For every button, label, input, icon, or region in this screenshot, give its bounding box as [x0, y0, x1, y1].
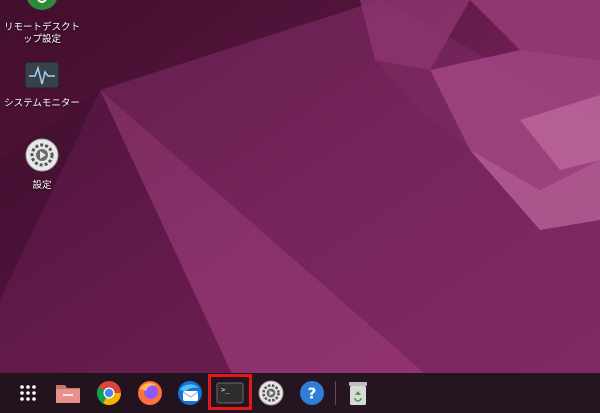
desktop-icon-label: 設定 — [32, 180, 52, 191]
help-icon: ? — [300, 381, 324, 405]
app-grid-icon — [20, 385, 36, 401]
thunderbird-icon — [178, 381, 202, 405]
remote-desktop-icon — [27, 0, 57, 10]
dock-settings-button[interactable] — [256, 378, 286, 408]
dock-help-button[interactable]: ? — [297, 378, 327, 408]
dock-separator — [335, 381, 336, 405]
dock-show-apps-button[interactable] — [13, 378, 43, 408]
dock-thunderbird-button[interactable] — [175, 378, 205, 408]
dock-files-button[interactable] — [53, 378, 83, 408]
desktop-wallpaper — [0, 0, 600, 413]
chrome-icon — [96, 381, 121, 406]
desktop-icon-settings[interactable]: 設定 — [0, 138, 84, 192]
desktop-icon-label: システムモニター — [4, 98, 80, 109]
desktop-icon-system-monitor[interactable]: システムモニター — [0, 60, 84, 110]
desktop-icon-remote-desktop[interactable]: リモートデスクトップ設定 — [0, 0, 84, 46]
help-glyph: ? — [308, 385, 317, 403]
settings-gear-icon — [258, 380, 284, 406]
firefox-icon — [138, 381, 162, 405]
settings-gear-icon — [25, 138, 59, 172]
folder-icon — [56, 385, 80, 403]
trash-icon — [349, 382, 367, 405]
dock-trash-button[interactable] — [343, 378, 373, 408]
terminal-highlight-box — [208, 374, 252, 410]
system-monitor-icon — [24, 61, 60, 89]
dock: >_ ? — [0, 373, 600, 413]
desktop-icon-label: リモートデスクトップ設定 — [3, 22, 80, 45]
dock-chrome-button[interactable] — [94, 378, 124, 408]
dock-firefox-button[interactable] — [135, 378, 165, 408]
